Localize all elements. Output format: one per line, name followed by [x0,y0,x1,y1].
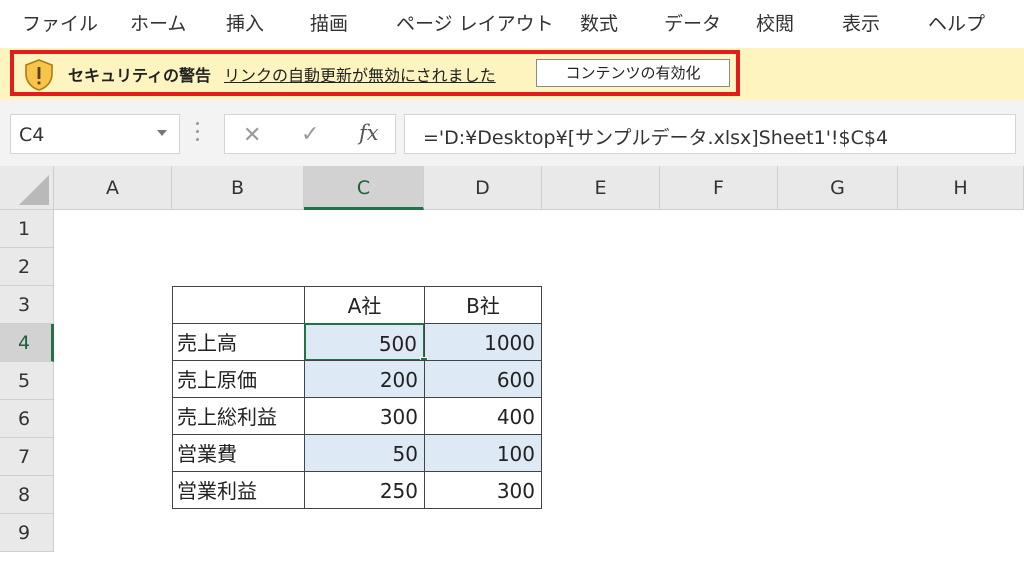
cancel-icon[interactable]: ✕ [243,123,261,148]
cell-b4[interactable]: 売上高 [172,323,305,361]
row-header-1[interactable]: 1 [0,210,54,248]
cell-b3[interactable] [172,286,305,324]
tab-review[interactable]: 校閲 [756,8,794,40]
name-box-value: C4 [19,124,45,146]
cell-c7[interactable]: 50 [304,434,425,472]
tab-home[interactable]: ホーム [130,8,186,40]
shield-warning-icon [25,59,53,91]
chevron-down-icon[interactable] [157,130,167,136]
cell-b7[interactable]: 営業費 [172,434,305,472]
row-header-2[interactable]: 2 [0,248,54,286]
tab-draw[interactable]: 描画 [310,8,348,40]
security-warning-link[interactable]: リンクの自動更新が無効にされました [224,62,496,86]
row-header-3[interactable]: 3 [0,286,54,324]
column-header-h[interactable]: H [898,166,1024,210]
select-all-triangle-icon [19,175,49,205]
cell-c5[interactable]: 200 [304,360,425,398]
row-header-6[interactable]: 6 [0,400,54,438]
name-box[interactable]: C4 [10,114,180,154]
cell-d4[interactable]: 1000 [424,323,542,361]
column-header-b[interactable]: B [172,166,304,210]
row-header-8[interactable]: 8 [0,476,54,514]
column-header-a[interactable]: A [54,166,172,210]
tab-data[interactable]: データ [664,8,721,40]
cell-b8[interactable]: 営業利益 [172,471,305,509]
tab-formulas[interactable]: 数式 [580,8,618,40]
column-header-c[interactable]: C [304,166,424,210]
tab-help[interactable]: ヘルプ [928,8,985,40]
cell-d6[interactable]: 400 [424,397,542,435]
insert-function-icon[interactable]: fx [359,121,379,145]
cell-d5[interactable]: 600 [424,360,542,398]
row-header-7[interactable]: 7 [0,438,54,476]
row-header-9[interactable]: 9 [0,514,54,552]
cell-b6[interactable]: 売上総利益 [172,397,305,435]
enable-content-button[interactable]: コンテンツの有効化 [536,59,730,87]
column-header-e[interactable]: E [542,166,660,210]
formula-buttons: ✕ ✓ fx [224,114,396,154]
cell-d7[interactable]: 100 [424,434,542,472]
security-warning-title: セキュリティの警告 [68,66,212,85]
security-warning-bar: セキュリティの警告 リンクの自動更新が無効にされました コンテンツの有効化 [0,48,1024,100]
formula-bar: C4 ✕ ✓ fx ='D:¥Desktop¥[サンプルデータ.xlsx]She… [0,100,1024,166]
cell-b5[interactable]: 売上原価 [172,360,305,398]
enter-check-icon[interactable]: ✓ [301,122,319,147]
cell-c3[interactable]: A社 [304,286,425,324]
column-header-d[interactable]: D [424,166,542,210]
row-header-4[interactable]: 4 [0,324,54,362]
cell-c8[interactable]: 250 [304,471,425,509]
cell-d8[interactable]: 300 [424,471,542,509]
worksheet-grid: A B C D E F G H 1 2 3 4 5 6 7 8 9 A社 B社 … [0,166,1024,561]
tab-view[interactable]: 表示 [842,8,880,40]
cell-c6[interactable]: 300 [304,397,425,435]
select-all-button[interactable] [0,166,54,210]
formula-input[interactable]: ='D:¥Desktop¥[サンプルデータ.xlsx]Sheet1'!$C$4 [404,114,1016,154]
more-icon[interactable] [196,122,200,144]
tab-insert[interactable]: 挿入 [226,8,264,40]
formula-text: ='D:¥Desktop¥[サンプルデータ.xlsx]Sheet1'!$C$4 [423,127,889,149]
tab-page-layout[interactable]: ページ レイアウト [396,8,554,40]
column-header-g[interactable]: G [778,166,898,210]
tab-file[interactable]: ファイル [22,8,98,40]
cell-c4[interactable]: 500 [304,323,425,361]
row-header-5[interactable]: 5 [0,362,54,400]
ribbon-tabs: ファイル ホーム 挿入 描画 ページ レイアウト 数式 データ 校閲 表示 ヘル… [0,0,1024,48]
column-header-f[interactable]: F [660,166,778,210]
cell-d3[interactable]: B社 [424,286,542,324]
